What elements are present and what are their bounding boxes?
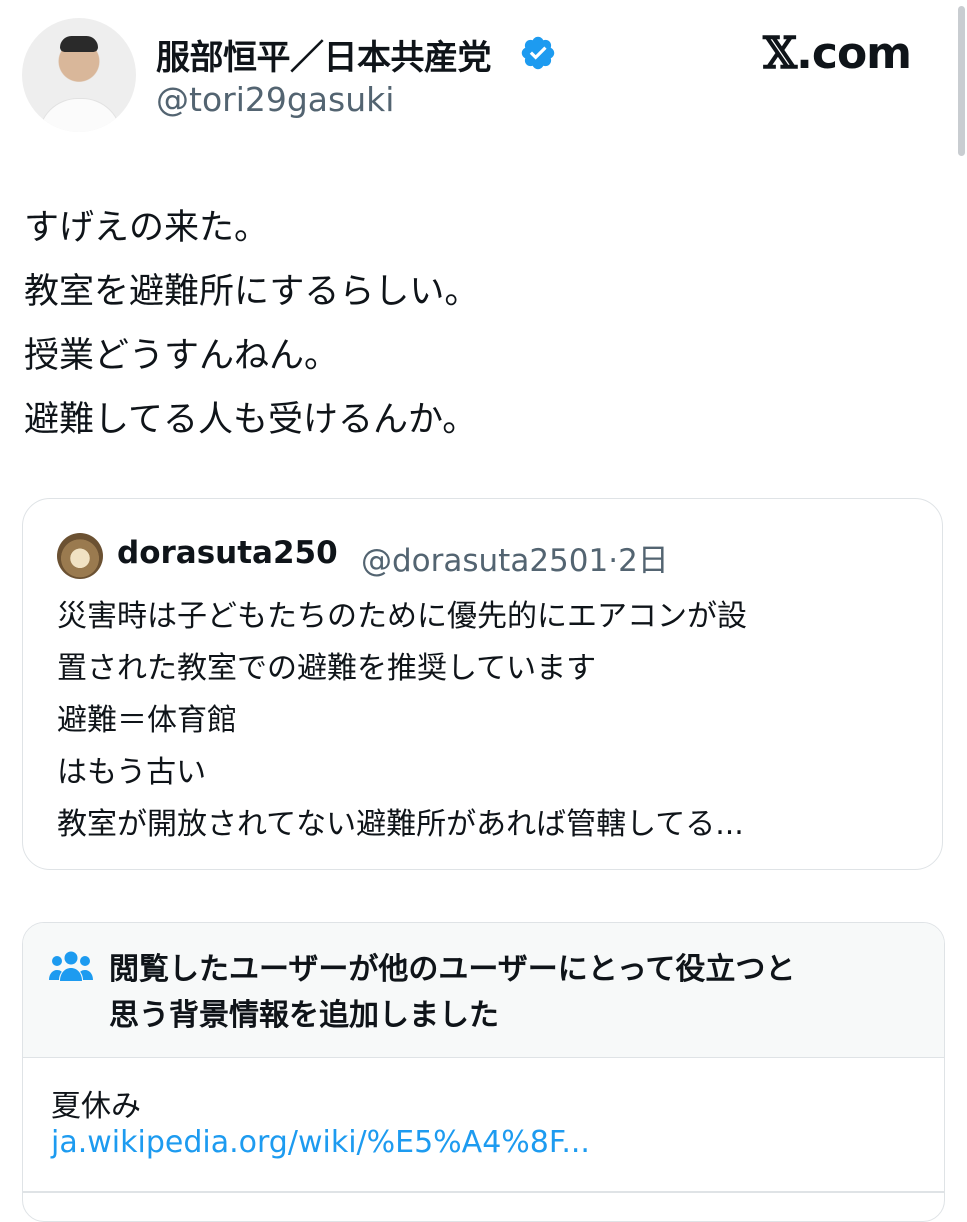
quoted-line: 避難＝体育館: [57, 703, 237, 738]
quoted-line: 教室が開放されてない避難所があれば管轄してる...: [57, 807, 744, 842]
tweet-line: 避難してる人も受けるんか。: [24, 400, 478, 440]
scrollbar-thumb[interactable]: [958, 6, 965, 156]
tweet-line: 授業どうすんねん。: [24, 336, 340, 376]
quoted-line: はもう古い: [57, 755, 207, 790]
community-note-header: 閲覧したユーザーが他のユーザーにとって役立つと 思う背景情報を追加しました: [23, 923, 944, 1058]
note-title-line: 閲覧したユーザーが他のユーザーにとって役立つと: [109, 952, 796, 987]
verified-badge-icon: [521, 36, 555, 70]
scrollbar[interactable]: [957, 0, 967, 160]
quoted-author-avatar[interactable]: [57, 533, 103, 579]
community-note-card[interactable]: 閲覧したユーザーが他のユーザーにとって役立つと 思う背景情報を追加しました 夏休…: [22, 922, 945, 1222]
quoted-tweet-text: 災害時は子どもたちのために優先的にエアコンが設 置された教室での避難を推奨してい…: [57, 591, 747, 851]
quoted-line: 災害時は子どもたちのために優先的にエアコンが設: [57, 599, 747, 634]
profile-avatar[interactable]: [22, 18, 136, 132]
author-display-name[interactable]: 服部恒平／日本共産党: [156, 30, 492, 79]
quoted-author-name: dorasuta250: [117, 535, 338, 571]
x-logo-letter: 𝕏: [763, 28, 797, 79]
note-title-line: 思う背景情報を追加しました: [109, 998, 499, 1033]
x-logo: 𝕏.com: [763, 28, 912, 79]
x-logo-text: .com: [796, 28, 912, 79]
community-note-body: 夏休み: [51, 1089, 141, 1124]
divider: [23, 1191, 944, 1193]
tweet-line: 教室を避難所にするらしい。: [24, 272, 480, 312]
tweet-text: すげえの来た。 教室を避難所にするらしい。 授業どうすんねん。 避難してる人も受…: [24, 196, 479, 452]
quoted-line: 置された教室での避難を推奨しています: [57, 651, 597, 686]
tweet-line: すげえの来た。: [24, 208, 270, 248]
quoted-author-handle-time: @dorasuta2501·2日: [361, 543, 669, 579]
community-note-link[interactable]: ja.wikipedia.org/wiki/%E5%A4%8F...: [51, 1125, 590, 1160]
avatar-hair: [60, 36, 98, 52]
author-handle[interactable]: @tori29gasuki: [156, 80, 394, 119]
community-note-title: 閲覧したユーザーが他のユーザーにとって役立つと 思う背景情報を追加しました: [109, 947, 795, 1039]
quoted-tweet-card[interactable]: dorasuta250 @dorasuta2501·2日 災害時は子どもたちのた…: [22, 498, 943, 870]
avatar-shirt: [38, 98, 122, 132]
people-icon: [49, 951, 93, 981]
